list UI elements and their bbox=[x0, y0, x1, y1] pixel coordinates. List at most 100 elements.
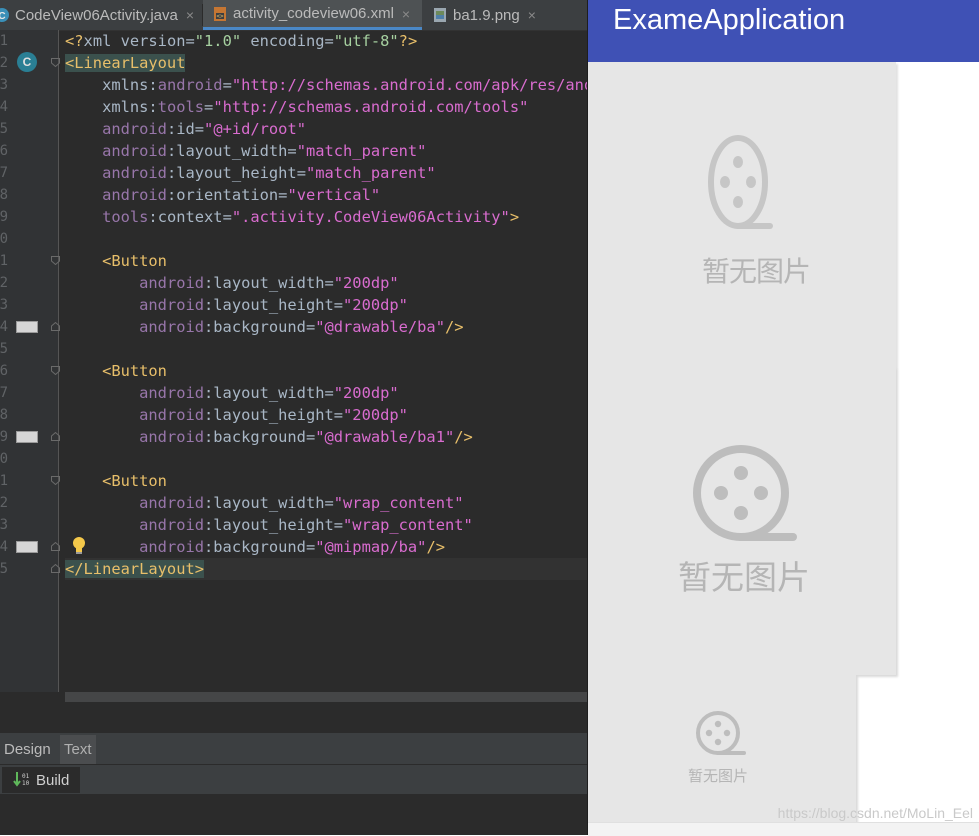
line-number: 3 bbox=[0, 297, 8, 313]
code-line: android:background="@mipmap/ba"/> bbox=[139, 538, 445, 556]
tab-close-icon[interactable]: × bbox=[186, 7, 194, 23]
svg-text:C: C bbox=[0, 11, 6, 22]
line-number: 1 bbox=[0, 473, 8, 489]
line-number: 7 bbox=[0, 385, 8, 401]
watermark: https://blog.csdn.net/MoLin_Eel bbox=[777, 805, 973, 821]
line-number: 3 bbox=[0, 517, 8, 533]
line-number: 9 bbox=[0, 429, 8, 445]
code-line: android:background="@drawable/ba1"/> bbox=[139, 428, 473, 446]
ide-panel: C CodeView06Activity.java × <> activity_… bbox=[0, 0, 587, 835]
tab-design[interactable]: Design bbox=[0, 735, 55, 765]
line-number: 9 bbox=[0, 209, 8, 225]
fold-close-icon[interactable] bbox=[51, 564, 60, 573]
line-number: 5 bbox=[0, 561, 8, 577]
line-number: 5 bbox=[0, 341, 8, 357]
code-line: tools:context=".activity.CodeView06Activ… bbox=[102, 208, 520, 226]
class-gutter-icon[interactable]: C bbox=[17, 52, 37, 72]
color-preview-icon[interactable] bbox=[16, 541, 38, 553]
code-line: android:orientation="vertical" bbox=[102, 186, 381, 204]
fold-close-icon[interactable] bbox=[51, 322, 60, 331]
code-line: <Button bbox=[102, 252, 167, 270]
line-number: 6 bbox=[0, 363, 8, 379]
code-area[interactable]: <?xml version="1.0" encoding="utf-8"?> <… bbox=[65, 30, 587, 692]
tab-close-icon[interactable]: × bbox=[402, 6, 410, 22]
preview-button-1[interactable]: 暂无图片 bbox=[588, 62, 896, 367]
line-number: 2 bbox=[0, 55, 8, 71]
app-title: ExameApplication bbox=[613, 4, 846, 36]
tab-label: CodeView06Activity.java bbox=[15, 6, 178, 24]
xml-file-icon: <> bbox=[214, 6, 226, 21]
tab-activity-codeview06-xml[interactable]: <> activity_codeview06.xml × bbox=[203, 0, 422, 30]
tool-window-bar: 01 10 Build bbox=[0, 764, 587, 795]
preview-bottom-edge bbox=[588, 822, 979, 836]
editor-gutter: 1 2 3 4 5 6 7 8 9 0 1 2 3 4 5 6 7 8 9 0 … bbox=[0, 30, 60, 692]
film-reel-icon bbox=[696, 711, 746, 755]
color-preview-icon[interactable] bbox=[16, 321, 38, 333]
layout-preview: ExameApplication 暂无图片 暂无图片 暂无图片 https://… bbox=[588, 0, 979, 836]
tab-close-icon[interactable]: × bbox=[528, 7, 536, 23]
code-line-current: </LinearLayout> bbox=[65, 558, 587, 580]
build-tool-button[interactable]: 01 10 Build bbox=[2, 767, 80, 793]
line-number: 4 bbox=[0, 99, 8, 115]
image-file-icon bbox=[434, 8, 446, 22]
preview-button-3[interactable]: 暂无图片 bbox=[588, 675, 856, 823]
line-number: 7 bbox=[0, 165, 8, 181]
code-line: android:layout_height="wrap_content" bbox=[139, 516, 473, 534]
code-line: android:layout_height="200dp" bbox=[139, 296, 408, 314]
line-number: 3 bbox=[0, 77, 8, 93]
placeholder-text: 暂无图片 bbox=[702, 255, 811, 288]
line-number: 1 bbox=[0, 33, 8, 49]
line-number: 2 bbox=[0, 275, 8, 291]
tab-label: activity_codeview06.xml bbox=[233, 5, 394, 22]
tab-label: ba1.9.png bbox=[453, 6, 520, 24]
line-number: 4 bbox=[0, 319, 8, 335]
line-number: 8 bbox=[0, 187, 8, 203]
tab-ba1-9-png[interactable]: ba1.9.png × bbox=[424, 0, 544, 30]
code-line: android:layout_width="wrap_content" bbox=[139, 494, 464, 512]
svg-text:01: 01 bbox=[22, 773, 30, 780]
build-label: Build bbox=[36, 771, 70, 789]
code-line: android:layout_width="200dp" bbox=[139, 384, 399, 402]
code-editor[interactable]: 1 2 3 4 5 6 7 8 9 0 1 2 3 4 5 6 7 8 9 0 … bbox=[0, 30, 587, 692]
code-line: android:layout_width="200dp" bbox=[139, 274, 399, 292]
fold-close-icon[interactable] bbox=[51, 542, 60, 551]
editor-footer-space bbox=[0, 702, 587, 732]
fold-open-icon[interactable] bbox=[51, 366, 60, 375]
line-number: 4 bbox=[0, 539, 8, 555]
fold-open-icon[interactable] bbox=[51, 58, 60, 67]
code-line: <LinearLayout bbox=[65, 54, 186, 72]
editor-tab-bar: C CodeView06Activity.java × <> activity_… bbox=[0, 0, 587, 31]
code-line: android:layout_height="match_parent" bbox=[102, 164, 436, 182]
line-number: 0 bbox=[0, 231, 8, 247]
svg-text:<>: <> bbox=[216, 13, 224, 20]
preview-button-2[interactable]: 暂无图片 bbox=[588, 367, 896, 675]
fold-open-icon[interactable] bbox=[51, 476, 60, 485]
film-reel-icon bbox=[708, 135, 773, 229]
fold-open-icon[interactable] bbox=[51, 256, 60, 265]
code-line: xmlns:tools="http://schemas.android.com/… bbox=[102, 98, 529, 116]
placeholder-text: 暂无图片 bbox=[678, 558, 810, 597]
placeholder-text: 暂无图片 bbox=[688, 767, 749, 785]
code-line: android:id="@+id/root" bbox=[102, 120, 306, 138]
color-preview-icon[interactable] bbox=[16, 431, 38, 443]
line-number: 0 bbox=[0, 451, 8, 467]
editor-mode-bar: Design Text bbox=[0, 732, 587, 765]
code-line: android:layout_height="200dp" bbox=[139, 406, 408, 424]
code-line: <Button bbox=[102, 362, 167, 380]
build-icon: 0110 bbox=[13, 772, 30, 787]
status-strip bbox=[0, 794, 587, 835]
code-line: xmlns:android="http://schemas.android.co… bbox=[102, 76, 587, 94]
fold-close-icon[interactable] bbox=[51, 432, 60, 441]
svg-text:10: 10 bbox=[22, 780, 30, 787]
code-line: <Button bbox=[102, 472, 167, 490]
line-number: 2 bbox=[0, 495, 8, 511]
tab-codeview06-activity-java[interactable]: C CodeView06Activity.java × bbox=[0, 0, 203, 30]
code-line: android:layout_width="match_parent" bbox=[102, 142, 427, 160]
film-reel-icon bbox=[693, 445, 797, 541]
tab-text[interactable]: Text bbox=[60, 735, 96, 765]
app-bar: ExameApplication bbox=[588, 0, 979, 62]
line-number: 5 bbox=[0, 121, 8, 137]
java-class-icon: C bbox=[0, 8, 9, 22]
code-line: <?xml version="1.0" encoding="utf-8"?> bbox=[65, 32, 418, 50]
horizontal-scrollbar[interactable] bbox=[65, 692, 587, 702]
